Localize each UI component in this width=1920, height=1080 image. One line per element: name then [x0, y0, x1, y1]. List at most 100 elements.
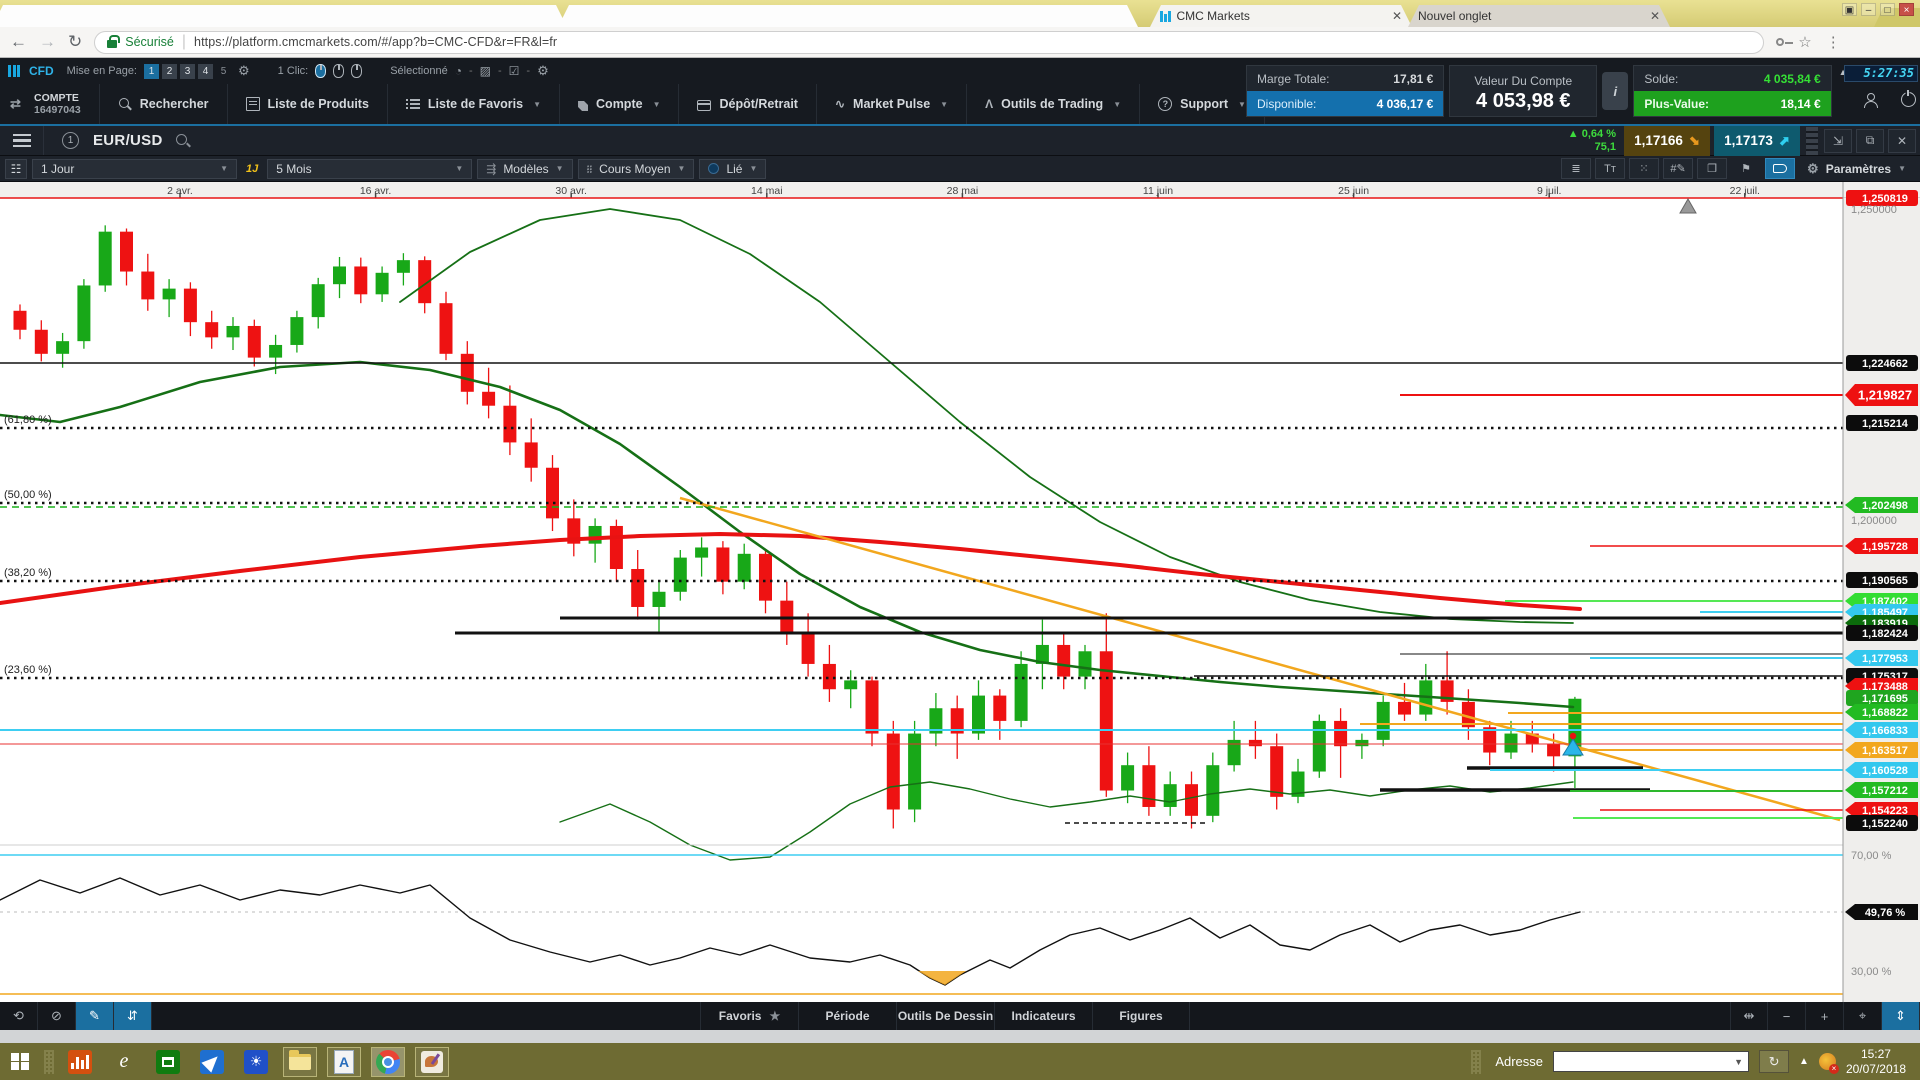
menu-item-liste-de-favoris[interactable]: Liste de Favoris▼ [388, 84, 560, 124]
taskbar-app-equalizer-app-icon[interactable] [63, 1047, 97, 1077]
account-info-button[interactable]: i [1602, 72, 1628, 110]
price-label-tool-icon[interactable] [1765, 158, 1795, 179]
close-panel-icon[interactable]: ✕ [1888, 129, 1916, 153]
menu-item-compte[interactable]: Compte▼ [560, 84, 679, 124]
menu-item-liste-de-produits[interactable]: Liste de Produits [228, 84, 388, 124]
window-maximize-button[interactable]: □ [1880, 3, 1895, 16]
password-key-icon[interactable] [1776, 38, 1784, 46]
layers-tool-icon[interactable]: ❐ [1697, 158, 1727, 179]
zoom-out-icon[interactable]: − [1768, 1002, 1806, 1030]
date-tick: 22 juil. [1730, 185, 1760, 197]
range-dropdown[interactable]: 5 Mois ▼ [267, 159, 472, 179]
layout-page-button-1[interactable]: 1 [144, 64, 159, 79]
checkbox-icon[interactable]: ☑ [509, 64, 520, 78]
buy-price-button[interactable]: 1,17173 ⬈ [1714, 126, 1800, 156]
panel-grip[interactable] [1806, 127, 1818, 155]
chart-list-icon[interactable]: ☷ [5, 159, 27, 179]
taskbar-app-wordpad-icon[interactable]: A [327, 1047, 361, 1077]
browser-tab-cmc[interactable]: CMC Markets ✕ [1150, 5, 1412, 27]
annotate-tool-icon[interactable]: #✎ [1663, 158, 1693, 179]
popout-panel-icon[interactable]: ⧉ [1856, 129, 1884, 153]
bottom-tab-période[interactable]: Période [798, 1002, 896, 1030]
url-bar[interactable]: Sécurisé | https://platform.cmcmarkets.c… [94, 31, 1764, 54]
collapse-panel-icon[interactable]: ⇲ [1824, 129, 1852, 153]
menu-item-depot-retrait[interactable]: Dépôt/Retrait [679, 84, 816, 124]
taskbar-clock[interactable]: 15:27 20/07/2018 [1846, 1047, 1906, 1077]
draw-pencil-icon[interactable]: ✎ [76, 1002, 114, 1030]
window-controls: ▣ – □ × [1842, 3, 1914, 16]
one-click-mouse-icon-2[interactable] [333, 64, 344, 78]
browser-tab-background-2[interactable] [558, 5, 1138, 27]
user-profile-icon[interactable] [1863, 93, 1877, 107]
menu-item-rechercher[interactable]: Rechercher [100, 84, 228, 124]
grid-tool-icon[interactable]: ⁙ [1629, 158, 1659, 179]
candle-body [333, 266, 346, 284]
taskbar-app-internet-explorer-icon[interactable]: e [107, 1047, 141, 1077]
sell-price-button[interactable]: 1,17166 ⬊ [1624, 126, 1710, 156]
cours-moyen-dropdown[interactable]: ᎒᎒ Cours Moyen ▼ [578, 159, 695, 179]
tab-close-icon[interactable]: ✕ [1650, 9, 1660, 23]
taskbar-app-chrome-icon[interactable] [371, 1047, 405, 1077]
fit-horizontal-icon[interactable]: ⇹ [1730, 1002, 1768, 1030]
layout-settings-gear-icon[interactable]: ⚙ [238, 63, 250, 79]
browser-tab-new[interactable]: Nouvel onglet ✕ [1408, 5, 1670, 27]
start-button[interactable] [0, 1043, 40, 1080]
antivirus-tray-icon[interactable] [1819, 1053, 1836, 1070]
text-tool-icon[interactable]: Tᴛ [1595, 158, 1625, 179]
bottom-tab-favoris[interactable]: Favoris★ [700, 1002, 798, 1030]
account-switcher[interactable]: ⇄ COMPTE 16497043 [0, 84, 100, 124]
align-tool-icon[interactable]: ≣ [1561, 158, 1591, 179]
layout-page-button-2[interactable]: 2 [162, 64, 177, 79]
alarm-icon[interactable]: ◔ [455, 64, 462, 78]
chevron-down-icon: ▼ [455, 164, 463, 173]
margin-box: Marge Totale: 17,81 € Disponible: 4 036,… [1246, 65, 1444, 117]
one-click-mouse-icon-1[interactable] [315, 64, 326, 78]
bottom-tab-figures[interactable]: Figures [1092, 1002, 1190, 1030]
modeles-dropdown[interactable]: ⇶ Modèles ▼ [477, 159, 572, 179]
layout-page-button-4[interactable]: 4 [198, 64, 213, 79]
period-badge[interactable]: 1J [242, 163, 262, 175]
forward-button[interactable]: → [39, 32, 56, 52]
parametres-button[interactable]: ⚙ Paramètres ▼ [1799, 158, 1914, 179]
toolbar-settings-gear-icon[interactable]: ⚙ [537, 63, 549, 79]
layout-page-button-5[interactable]: 5 [216, 64, 231, 79]
window-minimize-button[interactable]: – [1861, 3, 1876, 16]
chart-menu-burger-icon[interactable] [0, 126, 44, 155]
taskbar-app-weather-app-icon[interactable]: ☀ [239, 1047, 273, 1077]
fit-vertical-icon[interactable]: ⇕ [1882, 1002, 1920, 1030]
reset-chart-icon[interactable]: ⟲ [0, 1002, 38, 1030]
flag-tool-icon[interactable]: ⚑ [1731, 158, 1761, 179]
window-profile-icon[interactable]: ▣ [1842, 3, 1857, 16]
taskbar-app-file-explorer-icon[interactable] [283, 1047, 317, 1077]
menu-item-outils-de-trading[interactable]: ΛOutils de Trading▼ [967, 84, 1140, 124]
window-close-button[interactable]: × [1899, 3, 1914, 16]
period-dropdown[interactable]: 1 Jour ▼ [32, 159, 237, 179]
position-marker-dot [1570, 733, 1576, 739]
price-chart[interactable]: 2 avr.16 avr.30 avr.14 mai28 mai11 juin2… [0, 182, 1920, 1002]
adresse-input[interactable]: ▼ [1553, 1051, 1749, 1072]
chart-mini-icon[interactable]: ▨ [480, 64, 491, 78]
bottom-tab-outils-de-dessin[interactable]: Outils De Dessin [896, 1002, 994, 1030]
symbol-search-icon[interactable] [175, 133, 191, 149]
browser-menu-icon[interactable]: ⋮ [1826, 33, 1841, 51]
zoom-in-icon[interactable]: + [1806, 1002, 1844, 1030]
hidden-icons-chevron[interactable]: ▲ [1799, 1056, 1809, 1067]
browser-tab-background-1[interactable] [0, 5, 567, 27]
taskbar-app-paint-icon[interactable] [415, 1047, 449, 1077]
bottom-tab-indicateurs[interactable]: Indicateurs [994, 1002, 1092, 1030]
lie-dropdown[interactable]: Lié ▼ [699, 159, 766, 179]
adresse-go-icon[interactable]: ↻ [1759, 1050, 1789, 1073]
bookmark-star-icon[interactable]: ☆ [1798, 33, 1811, 51]
taskbar-app-microsoft-store-icon[interactable] [151, 1047, 185, 1077]
disable-drawing-icon[interactable]: ⊘ [38, 1002, 76, 1030]
crosshair-icon[interactable]: ⌖ [1844, 1002, 1882, 1030]
refresh-button[interactable]: ↻ [68, 32, 82, 52]
layout-page-button-3[interactable]: 3 [180, 64, 195, 79]
one-click-mouse-icon-3[interactable] [351, 64, 362, 78]
tab-close-icon[interactable]: ✕ [1392, 9, 1402, 23]
vertical-adjust-icon[interactable]: ⇵ [114, 1002, 152, 1030]
menu-item-market-pulse[interactable]: ∿Market Pulse▼ [817, 84, 967, 124]
back-button[interactable]: ← [10, 32, 27, 52]
logout-power-icon[interactable] [1901, 92, 1916, 107]
taskbar-app-mail-rocket-app-icon[interactable] [195, 1047, 229, 1077]
